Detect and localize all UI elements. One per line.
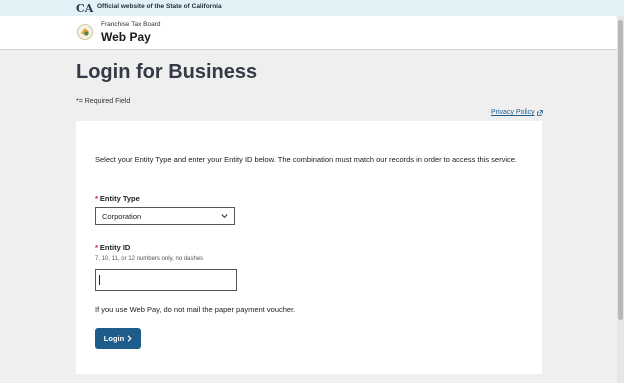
page-title: Login for Business: [76, 61, 258, 83]
entity-id-input[interactable]: [95, 269, 237, 291]
ftb-seal-icon[interactable]: [77, 24, 93, 40]
entity-type-value: Corporation: [102, 212, 142, 221]
required-marker: *: [95, 243, 98, 252]
svg-text:CA: CA: [76, 2, 94, 14]
ca-state-logo-icon[interactable]: CA: [76, 2, 94, 14]
app-name[interactable]: Web Pay: [101, 30, 151, 44]
login-button[interactable]: Login: [95, 328, 141, 349]
chevron-right-icon: [127, 335, 132, 342]
scrollbar-thumb[interactable]: [618, 20, 623, 320]
official-banner: CA Official website of the State of Cali…: [0, 0, 624, 17]
official-website-text: Official website of the State of Califor…: [97, 3, 222, 10]
entity-id-label: * Entity ID: [95, 243, 130, 252]
login-form-card: Select your Entity Type and enter your E…: [76, 121, 542, 374]
entity-type-select[interactable]: Corporation: [95, 207, 235, 225]
privacy-policy-link[interactable]: Privacy Policy: [491, 109, 543, 116]
login-button-label: Login: [103, 334, 125, 343]
page-scrollbar[interactable]: [617, 16, 624, 383]
entity-id-label-text: Entity ID: [99, 243, 131, 252]
entity-type-label: * Entity Type: [95, 194, 140, 203]
required-marker: *: [95, 194, 98, 203]
text-caret: [99, 275, 100, 285]
chevron-down-icon: [221, 214, 228, 219]
site-header: Franchise Tax Board Web Pay: [0, 16, 617, 50]
payment-voucher-notice: If you use Web Pay, do not mail the pape…: [95, 305, 296, 314]
privacy-policy-label: Privacy Policy: [491, 109, 535, 116]
external-link-icon: [536, 109, 543, 116]
entity-id-hint: 7, 10, 11, or 12 numbers only, no dashes: [95, 256, 204, 262]
agency-name: Franchise Tax Board: [101, 21, 161, 28]
form-instructions: Select your Entity Type and enter your E…: [95, 155, 518, 164]
required-field-note: *= Required Field: [76, 98, 131, 105]
entity-type-label-text: Entity Type: [99, 194, 140, 203]
